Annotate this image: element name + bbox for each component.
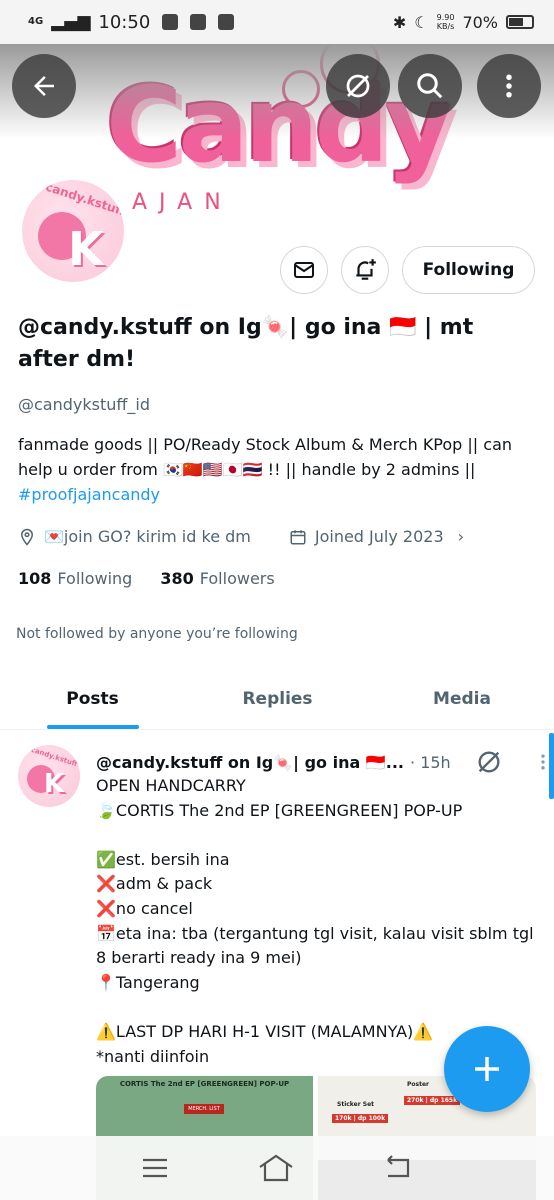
battery-icon: [506, 15, 534, 29]
search-icon: [417, 73, 443, 99]
display-name: @candy.kstuff on Ig🍬| go ina 🇮🇩 | mt aft…: [18, 315, 474, 372]
banner-shade: [0, 44, 554, 139]
follow-counts: 108 Following 380 Followers: [18, 569, 275, 588]
image-2-price-2: 270k | dp 165k: [404, 1096, 461, 1105]
joined-date: Joined July 2023: [314, 527, 444, 546]
mail-notification-icon: [190, 14, 207, 30]
followers-count[interactable]: 380: [160, 569, 193, 588]
post-timestamp: · 15h: [410, 752, 451, 772]
image-1-title: CORTIS The 2nd EP [GREENGREEN] POP-UP: [119, 1080, 290, 1088]
chevron-right-icon[interactable]: ›: [458, 527, 464, 546]
bio: fanmade goods || PO/Ready Stock Album & …: [18, 432, 540, 507]
scrollbar[interactable]: [549, 733, 554, 799]
location-pin-icon: [20, 528, 34, 546]
tab-posts[interactable]: Posts: [0, 668, 185, 729]
network-speed: 9.90 KB/s: [436, 13, 455, 31]
avatar-letter: K: [68, 222, 104, 276]
following-label[interactable]: Following: [57, 569, 132, 588]
back-arrow-icon: [34, 76, 54, 96]
banner-subtitle: AJAN: [132, 190, 233, 215]
tab-replies-label: Replies: [242, 688, 313, 709]
profile-tabs: Posts Replies Media: [0, 668, 554, 730]
bell-plus-icon: [356, 259, 376, 280]
bio-hashtag-link[interactable]: #proofjajancandy: [18, 485, 160, 504]
message-button[interactable]: [280, 246, 328, 294]
profile-meta: 💌join GO? kirim id ke dm Joined July 202…: [18, 527, 464, 546]
moon-icon: ☾: [414, 12, 429, 32]
image-2-label-2: Poster: [407, 1081, 429, 1088]
post-header: @candy.kstuff on Ig🍬| go ina 🇮🇩... · 15h: [96, 748, 553, 776]
back-button[interactable]: [12, 54, 76, 118]
image-1-badge: MERCH. LIST: [184, 1104, 224, 1114]
notification-icon: [162, 14, 179, 30]
battery-percent: 70%: [462, 12, 498, 32]
network-indicator: 4G: [28, 16, 44, 27]
system-navigation-bar: [0, 1136, 554, 1200]
status-bar: 4G ▂▄▆ 10:50 ✱ ☾ 9.90 KB/s 70%: [0, 0, 554, 44]
followers-label[interactable]: Followers: [200, 569, 275, 588]
post-text: OPEN HANDCARRY 🍃CORTIS The 2nd EP [GREEN…: [96, 776, 534, 1066]
user-handle: @candykstuff_id: [18, 395, 151, 414]
grok-icon: [478, 751, 500, 773]
envelope-icon: [294, 262, 314, 278]
image-2-price-1: 170k | dp 100k: [332, 1114, 389, 1123]
following-count[interactable]: 108: [18, 569, 51, 588]
tab-replies[interactable]: Replies: [185, 668, 370, 729]
active-tab-indicator: [46, 725, 139, 729]
tab-media-label: Media: [433, 688, 491, 709]
post-author-name[interactable]: @candy.kstuff on Ig🍬| go ina 🇮🇩...: [96, 753, 404, 772]
more-options-button[interactable]: [477, 54, 541, 118]
post-avatar-letter: K: [44, 769, 65, 799]
image-2-label-1: Sticker Set: [337, 1101, 375, 1108]
profile-avatar[interactable]: candy.kstuff K: [18, 176, 128, 286]
grok-icon: [346, 74, 370, 98]
signal-icon: ▂▄▆: [51, 12, 91, 32]
back-nav-icon[interactable]: [382, 1154, 414, 1182]
plus-icon: [475, 1057, 499, 1081]
tab-media[interactable]: Media: [370, 668, 554, 729]
not-followed-note: Not followed by anyone you’re following: [16, 626, 298, 642]
grok-button[interactable]: [326, 54, 390, 118]
post-avatar[interactable]: candy.kstuff K: [18, 745, 80, 807]
home-icon[interactable]: [257, 1153, 295, 1183]
bio-text: fanmade goods || PO/Ready Stock Album & …: [18, 435, 513, 479]
calendar-icon: [290, 529, 306, 544]
bluetooth-icon: ✱: [392, 12, 407, 32]
tab-posts-label: Posts: [66, 688, 119, 709]
more-vertical-icon: [506, 74, 512, 98]
notifications-button[interactable]: [341, 246, 389, 294]
search-button[interactable]: [398, 54, 462, 118]
gallery-notification-icon: [218, 14, 235, 30]
compose-post-button[interactable]: [444, 1026, 530, 1112]
following-button[interactable]: Following: [402, 246, 535, 294]
clock: 10:50: [98, 11, 151, 33]
recent-apps-icon[interactable]: [140, 1156, 170, 1180]
location-text: 💌join GO? kirim id ke dm: [44, 527, 251, 546]
